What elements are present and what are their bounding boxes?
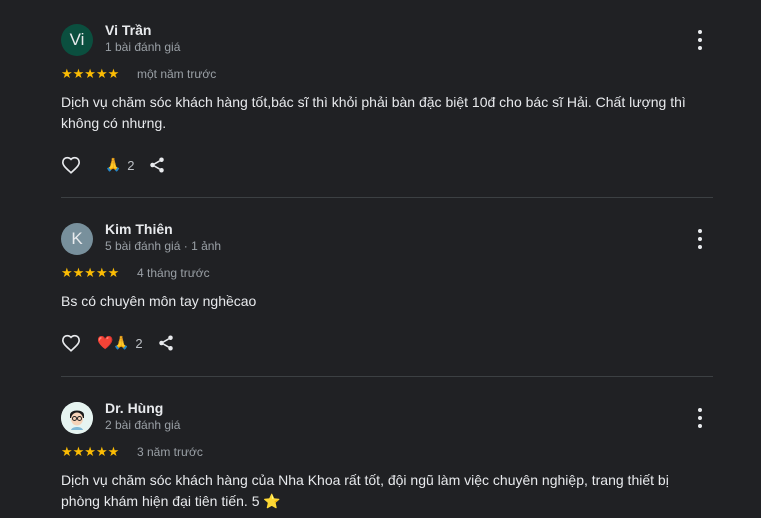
avatar[interactable]: Vi [61, 24, 93, 56]
review-text: Dịch vụ chăm sóc khách hàng của Nha Khoa… [61, 472, 669, 509]
avatar-initials: K [71, 229, 83, 248]
reviewer-meta: 5 bài đánh giá · 1 ảnh [105, 239, 222, 253]
dot-icon [698, 408, 702, 412]
reviewer-name[interactable]: Dr. Hùng [105, 400, 163, 416]
reaction-count: 2 [127, 157, 135, 173]
share-button[interactable] [157, 334, 175, 352]
divider [61, 376, 713, 377]
more-options-button[interactable] [693, 30, 707, 50]
cartoon-avatar-icon [61, 402, 93, 434]
reviewer-meta: 1 bài đánh giá [105, 40, 181, 54]
heart-outline-icon [61, 334, 81, 352]
more-options-button[interactable] [693, 408, 707, 428]
review-text: Dịch vụ chăm sóc khách hàng tốt,bác sĩ t… [61, 94, 686, 131]
reaction-summary[interactable]: ❤️🙏 2 [97, 335, 143, 351]
review-text: Bs có chuyên môn tay nghềcao [61, 293, 257, 309]
dot-icon [698, 229, 702, 233]
review-date: một năm trước [137, 67, 217, 81]
star-rating: ★★★★★ [61, 444, 120, 459]
dot-icon [698, 46, 702, 50]
like-button[interactable] [61, 334, 81, 352]
dot-icon [698, 416, 702, 420]
more-options-button[interactable] [693, 229, 707, 249]
avatar[interactable] [61, 402, 93, 434]
star-rating: ★★★★★ [61, 66, 120, 81]
review-date: 4 tháng trước [137, 266, 210, 280]
reaction-summary[interactable]: 🙏 2 [105, 157, 134, 173]
reviewer-name[interactable]: Kim Thiên [105, 221, 173, 237]
avatar-initials: Vi [69, 30, 85, 49]
like-button[interactable] [61, 156, 81, 174]
reaction-count: 2 [135, 335, 143, 351]
dot-icon [698, 237, 702, 241]
dot-icon [698, 424, 702, 428]
share-icon [150, 157, 165, 173]
review-date: 3 năm trước [137, 445, 203, 459]
heart-outline-icon [61, 156, 81, 174]
dot-icon [698, 38, 702, 42]
reaction-emoji: 🙏 [105, 157, 122, 172]
reviewer-name[interactable]: Vi Trần [105, 22, 151, 38]
avatar[interactable]: K [61, 223, 93, 255]
dot-icon [698, 30, 702, 34]
star-rating: ★★★★★ [61, 265, 120, 280]
review-actions: 🙏 2 [61, 153, 166, 177]
divider [61, 197, 713, 198]
review-actions: ❤️🙏 2 [61, 331, 175, 355]
reviewer-meta: 2 bài đánh giá [105, 418, 181, 432]
dot-icon [698, 245, 702, 249]
share-button[interactable] [148, 156, 166, 174]
reaction-emoji: ❤️🙏 [97, 335, 130, 350]
share-icon [158, 335, 173, 351]
